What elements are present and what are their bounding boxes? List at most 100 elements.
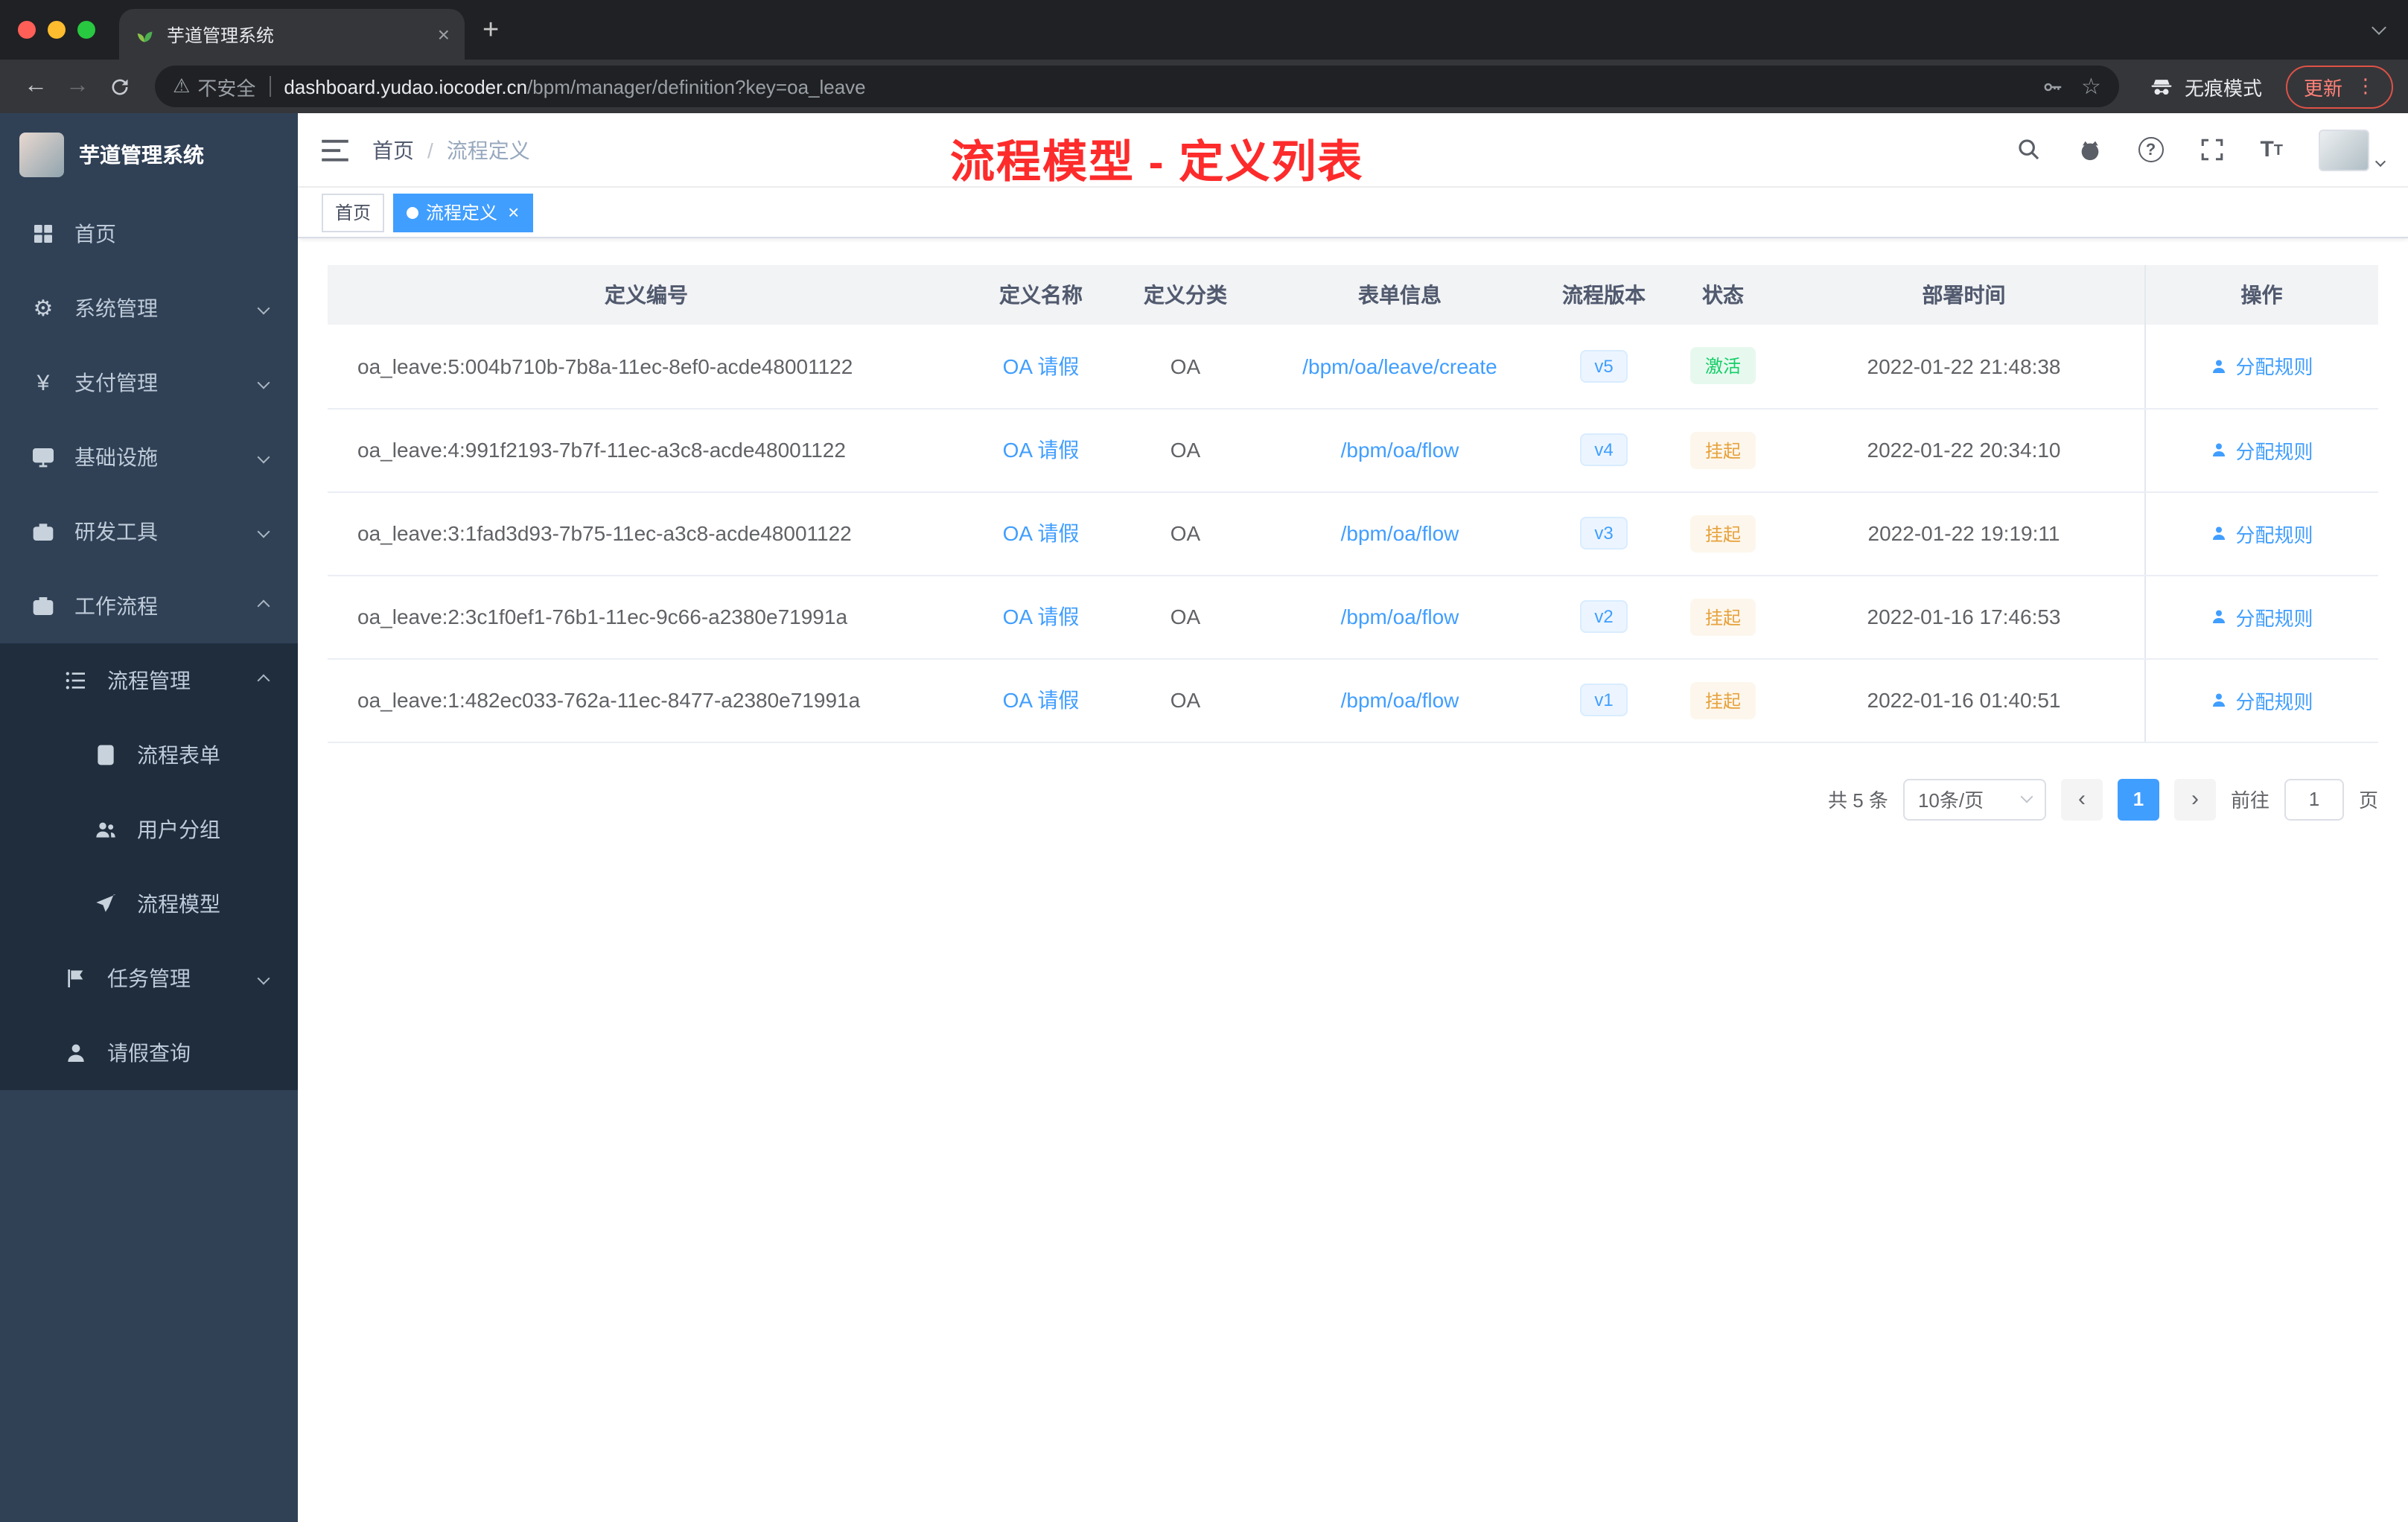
tag-process-definition[interactable]: 流程定义 ×: [393, 193, 533, 232]
monitor-icon: [30, 445, 57, 469]
definition-name-link[interactable]: OA 请假: [1003, 438, 1080, 462]
deploy-time: 2022-01-16 01:40:51: [1784, 658, 2144, 742]
sidebar-item-user-group[interactable]: 用户分组: [0, 792, 298, 867]
pagination-page-1[interactable]: 1: [2117, 778, 2159, 820]
annotation-text: 流程模型 - 定义列表: [950, 138, 1364, 188]
pagination-prev[interactable]: ‹: [2060, 778, 2103, 820]
table-header-row: 定义编号 定义名称 定义分类 表单信息 流程版本 状态 部署时间 操作: [328, 265, 2378, 325]
tag-active-dot: [407, 206, 419, 218]
definition-name-link[interactable]: OA 请假: [1003, 354, 1080, 378]
tag-close-icon[interactable]: ×: [508, 201, 519, 223]
forward-button[interactable]: →: [57, 66, 98, 107]
person-icon: [63, 1041, 89, 1065]
sidebar-item-label: 支付管理: [74, 371, 158, 395]
logo-title: 芋道管理系统: [79, 143, 204, 167]
col-status: 状态: [1662, 265, 1784, 325]
browser-toolbar: ← → ⚠ 不安全 dashboard.yudao.iocoder.cn/bpm…: [0, 60, 2408, 113]
traffic-light-maximize[interactable]: [77, 21, 95, 39]
version-tag: v2: [1579, 600, 1628, 633]
version-tag: v4: [1579, 433, 1628, 466]
chevron-down-icon: [257, 302, 270, 315]
form-link[interactable]: /bpm/oa/flow: [1341, 605, 1459, 628]
sidebar-item-label: 研发工具: [74, 520, 158, 544]
assign-rule-link[interactable]: 分配规则: [2210, 686, 2313, 714]
chevron-down-icon: [257, 450, 270, 464]
navbar-actions: ? TT: [2016, 129, 2386, 171]
back-button[interactable]: ←: [15, 66, 57, 107]
avatar-menu[interactable]: [2319, 129, 2386, 171]
tags-bar: 首页 流程定义 ×: [298, 188, 2408, 238]
form-link[interactable]: /bpm/oa/flow: [1341, 438, 1459, 462]
form-link[interactable]: /bpm/oa/flow: [1341, 688, 1459, 712]
tab-search-caret-icon[interactable]: [2372, 20, 2386, 35]
definition-name-link[interactable]: OA 请假: [1003, 605, 1080, 628]
definition-name-link[interactable]: OA 请假: [1003, 688, 1080, 712]
sidebar-item-process-form[interactable]: 流程表单: [0, 718, 298, 792]
more-menu-icon[interactable]: ⋮: [2356, 74, 2375, 98]
sidebar-item-label: 基础设施: [74, 445, 158, 469]
sidebar-item-home[interactable]: 首页: [0, 197, 298, 271]
form-link[interactable]: /bpm/oa/leave/create: [1302, 354, 1497, 378]
bookmark-star-icon[interactable]: ☆: [2081, 73, 2101, 100]
form-link[interactable]: /bpm/oa/flow: [1341, 521, 1459, 545]
pagination-next[interactable]: ›: [2173, 778, 2216, 820]
sidebar-item-system[interactable]: ⚙ 系统管理: [0, 271, 298, 346]
sidebar-item-devtools[interactable]: 研发工具: [0, 494, 298, 569]
page-size-select[interactable]: 10条/页: [1902, 778, 2046, 820]
question-icon[interactable]: ?: [2138, 137, 2164, 162]
breadcrumb: 首页 / 流程定义: [372, 135, 530, 165]
sidebar-item-workflow[interactable]: 工作流程: [0, 569, 298, 643]
sidebar-item-process-management[interactable]: 流程管理: [0, 643, 298, 718]
sidebar-item-process-model[interactable]: 流程模型: [0, 867, 298, 941]
omnibox[interactable]: ⚠ 不安全 dashboard.yudao.iocoder.cn/bpm/man…: [155, 66, 2119, 107]
tag-home[interactable]: 首页: [322, 193, 385, 232]
key-icon[interactable]: [2041, 75, 2063, 98]
chevron-up-icon: [257, 674, 270, 687]
sidebar-item-leave-query[interactable]: 请假查询: [0, 1016, 298, 1090]
avatar: [2319, 129, 2369, 171]
status-badge: 挂起: [1689, 681, 1756, 719]
incognito-badge: 无痕模式: [2134, 72, 2277, 101]
sidebar-item-label: 工作流程: [74, 594, 158, 618]
assign-rule-link[interactable]: 分配规则: [2210, 436, 2313, 464]
sidebar-item-task-management[interactable]: 任务管理: [0, 941, 298, 1016]
font-size-icon[interactable]: TT: [2260, 138, 2283, 161]
yen-icon: ¥: [36, 370, 50, 395]
sidebar-item-payment[interactable]: ¥ 支付管理: [0, 346, 298, 420]
fullscreen-icon[interactable]: [2199, 137, 2224, 162]
browser-tab[interactable]: 芋道管理系统 ×: [119, 9, 465, 60]
breadcrumb-separator: /: [427, 138, 433, 162]
reload-button[interactable]: [98, 66, 140, 107]
chevron-down-icon: [257, 525, 270, 538]
traffic-light-close[interactable]: [18, 21, 36, 39]
github-icon[interactable]: [2077, 137, 2102, 162]
sidebar-item-infrastructure[interactable]: 基础设施: [0, 420, 298, 494]
col-process-version: 流程版本: [1546, 265, 1662, 325]
sidebar-item-label: 首页: [74, 222, 116, 246]
assign-rule-link[interactable]: 分配规则: [2210, 519, 2313, 547]
search-icon[interactable]: [2016, 137, 2041, 162]
new-tab-button[interactable]: +: [482, 15, 499, 48]
security-label[interactable]: 不安全: [197, 72, 255, 101]
assign-rule-link[interactable]: 分配规则: [2210, 352, 2313, 380]
url-path: /bpm/manager/definition?key=oa_leave: [527, 75, 866, 98]
col-definition-name: 定义名称: [965, 265, 1117, 325]
assign-rule-link[interactable]: 分配规则: [2210, 602, 2313, 631]
col-definition-id: 定义编号: [328, 265, 965, 325]
update-button[interactable]: 更新 ⋮: [2285, 65, 2393, 108]
sidebar-logo[interactable]: 芋道管理系统: [0, 113, 298, 197]
select-caret-icon: [2020, 790, 2033, 803]
goto-unit: 页: [2358, 789, 2378, 812]
gear-icon: ⚙: [33, 296, 54, 322]
goto-input[interactable]: [2284, 778, 2344, 820]
col-operation: 操作: [2144, 265, 2378, 325]
tag-label: 首页: [335, 203, 372, 223]
table-row: oa_leave:5:004b710b-7b8a-11ec-8ef0-acde4…: [328, 325, 2378, 409]
incognito-label: 无痕模式: [2184, 77, 2262, 99]
hamburger-button[interactable]: [322, 138, 348, 162]
version-tag: v1: [1579, 684, 1628, 716]
breadcrumb-home[interactable]: 首页: [372, 135, 414, 165]
traffic-light-minimize[interactable]: [48, 21, 66, 39]
definition-name-link[interactable]: OA 请假: [1003, 521, 1080, 545]
tab-close-icon[interactable]: ×: [438, 22, 450, 46]
